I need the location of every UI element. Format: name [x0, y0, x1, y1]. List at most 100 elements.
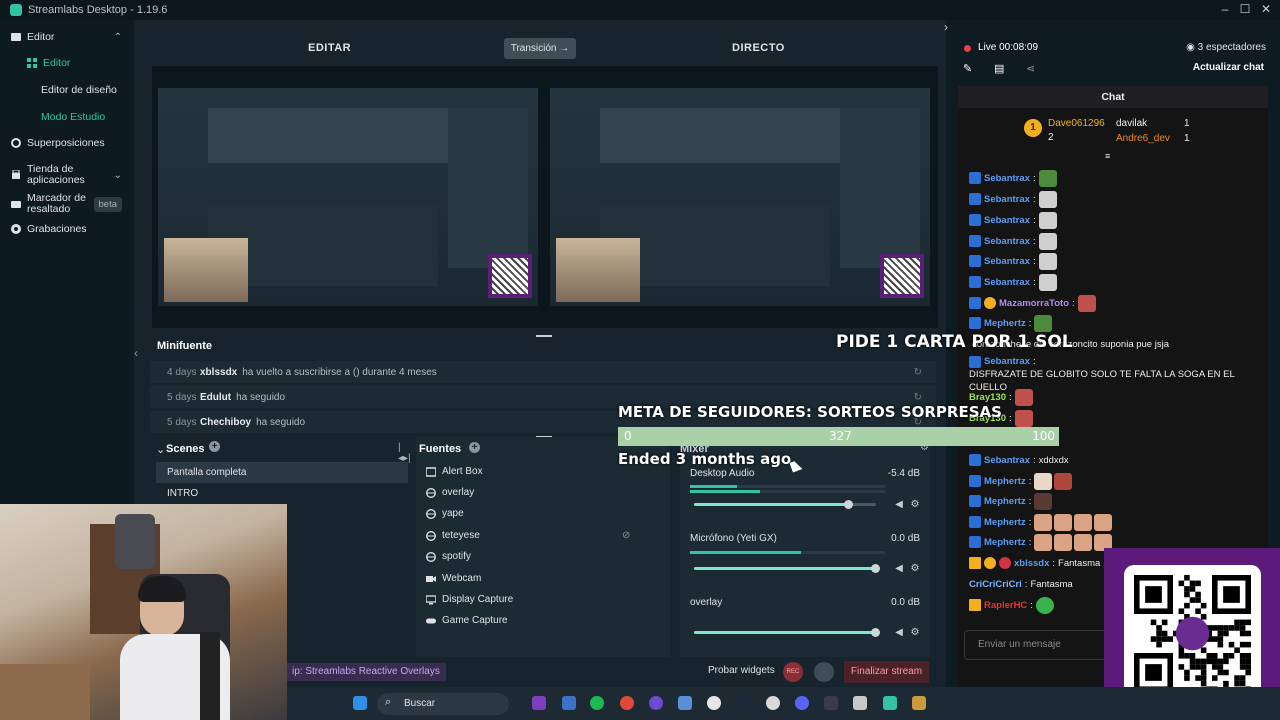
clipboard-icon[interactable]: ▤: [994, 62, 1004, 75]
end-stream-button[interactable]: Finalizar stream: [844, 661, 929, 683]
tip-banner[interactable]: ip: Streamlabs Reactive Overlays: [286, 663, 446, 681]
chrome-icon[interactable]: [620, 696, 634, 710]
volume-slider[interactable]: [694, 628, 880, 637]
filter-icon[interactable]: ≡: [1105, 151, 1110, 161]
streamlabs-icon[interactable]: [883, 696, 897, 710]
transitions-icon[interactable]: |◂▸|: [398, 442, 412, 464]
replay-buffer-button[interactable]: [814, 662, 834, 682]
chat-message[interactable]: Sebantrax:: [969, 272, 1265, 292]
maximize-icon[interactable]: ☐: [1238, 2, 1252, 16]
sidebar-item-editor-group[interactable]: Editor ⌃: [0, 26, 134, 48]
discord-icon[interactable]: [795, 696, 809, 710]
eye-hidden-icon[interactable]: ⊘: [622, 530, 630, 541]
volume-slider[interactable]: [694, 564, 880, 573]
chevron-down-icon[interactable]: ⌄: [156, 443, 165, 456]
defender-icon[interactable]: [562, 696, 576, 710]
sidebar-item-recordings[interactable]: Grabaciones: [0, 218, 134, 240]
gear-icon[interactable]: ⚙: [910, 628, 920, 638]
sidebar-item-editor[interactable]: Editor: [0, 52, 134, 74]
chat-text: Fantasma: [1058, 557, 1101, 569]
chevron-right-icon[interactable]: ›: [944, 20, 948, 34]
scene-item[interactable]: INTRO: [156, 483, 408, 504]
repeat-alert-icon[interactable]: ↻: [914, 367, 922, 378]
taskbar-search[interactable]: Buscar: [377, 693, 509, 715]
chat-message[interactable]: Mephertz:: [969, 471, 1265, 491]
source-item[interactable]: Webcam: [422, 568, 662, 589]
league-icon[interactable]: [912, 696, 926, 710]
notepad-icon[interactable]: [678, 696, 692, 710]
app-icon[interactable]: [532, 696, 546, 710]
live-label: DIRECTO: [732, 42, 785, 54]
volume-slider[interactable]: [694, 500, 876, 509]
sidebar-item-studio-mode[interactable]: Modo Estudio: [0, 106, 134, 128]
gear-icon[interactable]: ⚙: [910, 500, 920, 510]
sidebar-item-overlays[interactable]: Superposiciones: [0, 132, 134, 154]
streamlabs-logo-icon: [10, 4, 22, 16]
source-item[interactable]: yape: [422, 503, 662, 524]
github-icon[interactable]: [649, 696, 663, 710]
add-scene-icon[interactable]: +: [209, 441, 220, 452]
gear-icon[interactable]: ⚙: [910, 564, 920, 574]
chat-message[interactable]: Sebantrax:: [969, 168, 1265, 188]
chat-user: CriCriCriCri: [969, 578, 1022, 590]
speaker-icon[interactable]: ◀: [894, 564, 904, 574]
globe-icon: [426, 551, 436, 562]
close-icon[interactable]: ✕: [1259, 2, 1273, 16]
app-icon[interactable]: [766, 696, 780, 710]
chat-message[interactable]: Sebantrax:: [969, 189, 1265, 209]
live-preview[interactable]: [550, 88, 930, 306]
chat-message[interactable]: Mephertz:: [969, 491, 1265, 511]
sidebar-item-highlighter[interactable]: Marcador de resaltado beta: [0, 189, 134, 219]
sub-badge-icon: [969, 255, 981, 267]
mod-badge-icon: [999, 557, 1011, 569]
record-button[interactable]: REC: [783, 662, 803, 682]
chat-message[interactable]: Sebantrax: xddxdx: [969, 450, 1265, 470]
mini-feed-title: Minifuente: [157, 340, 212, 352]
spotify-icon[interactable]: [590, 696, 604, 710]
chat-message[interactable]: Sebantrax:: [969, 210, 1265, 230]
sidebar-item-app-store[interactable]: Tienda de aplicaciones ⌄: [0, 160, 134, 190]
g-hub-icon[interactable]: [707, 696, 721, 710]
chat-message[interactable]: Sebantrax:: [969, 231, 1265, 251]
source-item[interactable]: Game Capture: [422, 610, 662, 631]
preview-webcam: [164, 238, 248, 302]
pencil-icon[interactable]: ✎: [963, 62, 972, 75]
test-widgets-button[interactable]: Probar widgets: [708, 665, 775, 676]
chat-user: Mephertz: [984, 317, 1026, 329]
emote-icon: [1038, 273, 1057, 291]
share-icon[interactable]: ⋖: [1026, 62, 1035, 75]
refresh-chat-button[interactable]: Actualizar chat: [1193, 62, 1264, 73]
record-icon: [11, 224, 21, 234]
source-item[interactable]: Display Capture: [422, 589, 662, 610]
source-item[interactable]: teteyese ⊘: [422, 525, 662, 546]
chat-message[interactable]: MazamorraToto:: [969, 293, 1265, 313]
chat-text: xddxdx: [1038, 454, 1069, 466]
feed-message: ha seguido: [256, 416, 306, 428]
emote-icon: [1034, 513, 1053, 531]
search-icon: ⌕: [385, 696, 392, 708]
windows-start-icon[interactable]: [353, 696, 367, 710]
chat-message[interactable]: Mephertz:: [969, 512, 1265, 532]
add-source-icon[interactable]: +: [469, 442, 480, 453]
chat-message[interactable]: Sebantrax:: [969, 251, 1265, 271]
steam-icon[interactable]: [736, 696, 750, 710]
chat-message[interactable]: Bray130:: [969, 408, 1265, 428]
calculator-icon[interactable]: [824, 696, 838, 710]
source-item[interactable]: spotify: [422, 546, 662, 567]
app-icon[interactable]: [853, 696, 867, 710]
leader-count: 2: [1048, 132, 1054, 143]
source-item[interactable]: overlay: [422, 482, 662, 503]
speaker-icon[interactable]: ◀: [894, 628, 904, 638]
chat-message[interactable]: Bray130:: [969, 387, 1265, 407]
speaker-icon[interactable]: ◀: [894, 500, 904, 510]
feed-row[interactable]: 4 days xblssdx ha vuelto a suscribirse a…: [150, 361, 936, 383]
minimize-icon[interactable]: –: [1218, 2, 1232, 16]
feed-user: Edulut: [200, 391, 232, 403]
sidebar-item-layout-editor[interactable]: Editor de diseño: [0, 79, 134, 101]
chat-message[interactable]: Mephertz:: [969, 313, 1265, 333]
scene-item[interactable]: Pantalla completa: [156, 462, 408, 483]
edit-preview[interactable]: [158, 88, 538, 306]
repeat-alert-icon[interactable]: ↻: [914, 392, 922, 403]
collapse-sidebar-icon[interactable]: ‹: [134, 346, 138, 360]
transition-button[interactable]: Transición →: [504, 38, 576, 59]
